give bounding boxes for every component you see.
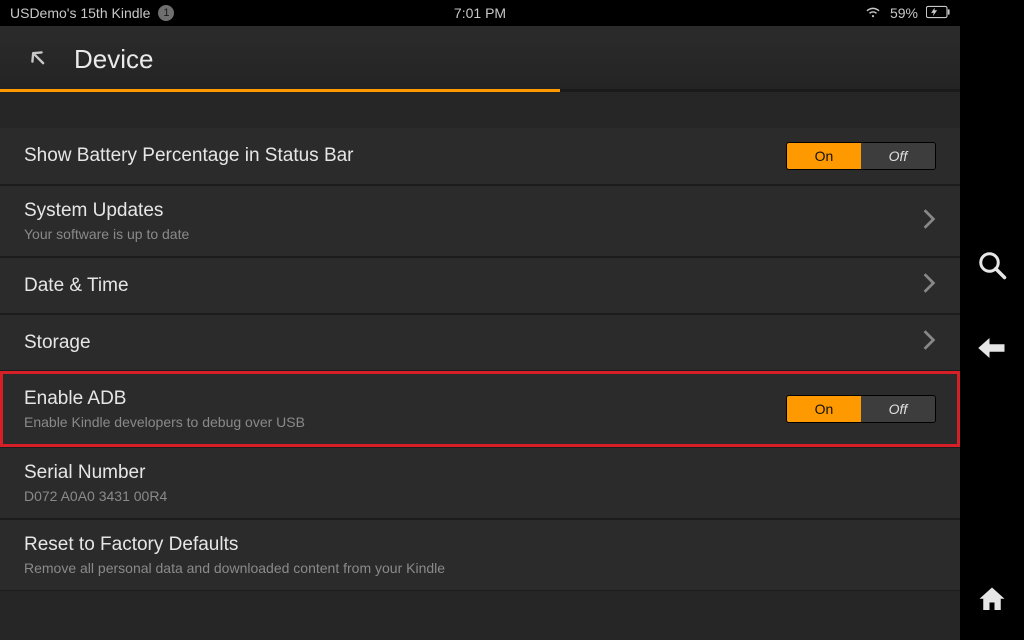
search-icon[interactable] <box>977 250 1007 285</box>
home-icon[interactable] <box>977 585 1007 620</box>
row-sublabel: Remove all personal data and downloaded … <box>24 560 936 576</box>
row-system-updates[interactable]: System Updates Your software is up to da… <box>0 185 960 257</box>
row-label: Serial Number <box>24 462 936 484</box>
row-factory-reset[interactable]: Reset to Factory Defaults Remove all per… <box>0 519 960 591</box>
page-title: Device <box>74 44 153 75</box>
row-sublabel: Enable Kindle developers to debug over U… <box>24 414 770 430</box>
row-date-time[interactable]: Date & Time <box>0 257 960 314</box>
row-label: Reset to Factory Defaults <box>24 534 936 556</box>
row-storage[interactable]: Storage <box>0 314 960 371</box>
row-battery-percentage: Show Battery Percentage in Status Bar On… <box>0 128 960 185</box>
device-name: USDemo's 15th Kindle <box>10 5 150 21</box>
toggle-on[interactable]: On <box>787 143 861 169</box>
settings-list: Show Battery Percentage in Status Bar On… <box>0 128 960 591</box>
wifi-icon <box>864 5 882 22</box>
row-serial-number: Serial Number D072 A0A0 3431 00R4 <box>0 447 960 519</box>
toggle-on[interactable]: On <box>787 396 861 422</box>
toggle-enable-adb[interactable]: On Off <box>786 395 936 423</box>
chevron-right-icon <box>922 208 936 235</box>
toggle-battery-percentage[interactable]: On Off <box>786 142 936 170</box>
battery-percent: 59% <box>890 5 918 21</box>
chevron-right-icon <box>922 272 936 299</box>
page-header: Device <box>0 26 960 89</box>
row-label: Show Battery Percentage in Status Bar <box>24 145 770 167</box>
serial-value: D072 A0A0 3431 00R4 <box>24 488 936 504</box>
clock: 7:01 PM <box>454 5 506 21</box>
back-icon[interactable] <box>24 44 50 75</box>
notification-badge[interactable]: 1 <box>158 5 174 21</box>
toggle-off[interactable]: Off <box>861 396 935 422</box>
nav-rail <box>960 0 1024 640</box>
row-label: System Updates <box>24 200 906 222</box>
row-sublabel: Your software is up to date <box>24 226 906 242</box>
back-arrow-icon[interactable] <box>977 333 1007 368</box>
status-bar: USDemo's 15th Kindle 1 7:01 PM 59% <box>0 0 960 26</box>
chevron-right-icon <box>922 329 936 356</box>
row-label: Enable ADB <box>24 388 770 410</box>
row-label: Storage <box>24 332 906 354</box>
battery-icon <box>926 5 950 22</box>
toggle-off[interactable]: Off <box>861 143 935 169</box>
row-enable-adb: Enable ADB Enable Kindle developers to d… <box>0 371 960 447</box>
row-label: Date & Time <box>24 275 906 297</box>
